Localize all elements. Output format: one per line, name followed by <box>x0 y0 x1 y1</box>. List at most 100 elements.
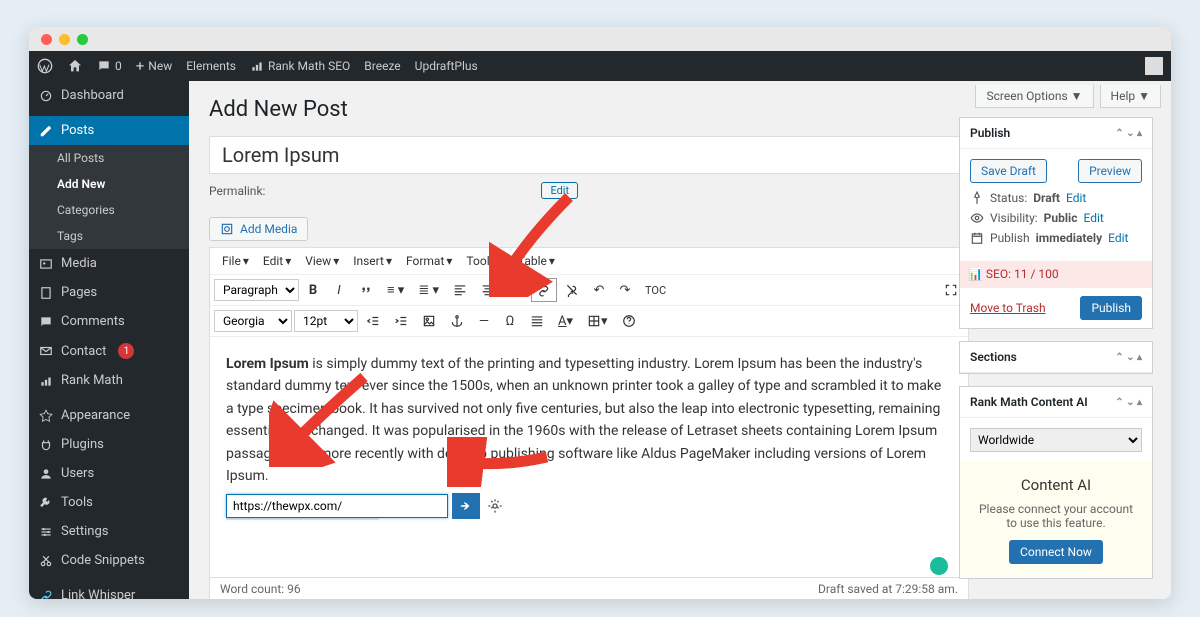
contentai-title: Rank Math Content AI <box>970 395 1088 409</box>
adminbar-new[interactable]: +New <box>136 57 172 75</box>
help-button[interactable]: Help ▼ <box>1100 85 1161 108</box>
menu-insert[interactable]: Insert ▾ <box>347 252 398 270</box>
format-select[interactable]: Paragraph <box>214 279 299 301</box>
contentai-box-text: Please connect your account to use this … <box>974 502 1138 530</box>
submenu-all-posts[interactable]: All Posts <box>29 145 189 171</box>
menu-tools[interactable]: Tools <box>29 488 189 517</box>
metabox-toggle-icon[interactable]: ⌃ ⌄ ▴ <box>1115 352 1142 363</box>
justify-button[interactable] <box>524 309 550 333</box>
menu-pages[interactable]: Pages <box>29 278 189 307</box>
menu-contact[interactable]: Contact1 <box>29 336 189 366</box>
publish-button[interactable]: Publish <box>1080 296 1142 320</box>
admin-sidebar: Dashboard Posts All Posts Add New Catego… <box>29 51 189 599</box>
toc-button[interactable]: TOC <box>639 278 672 302</box>
undo-button[interactable]: ↶ <box>587 278 611 302</box>
anchor-button[interactable] <box>444 309 470 333</box>
link-apply-button[interactable] <box>452 493 480 519</box>
menu-rankmath[interactable]: Rank Math <box>29 366 189 395</box>
status-edit-link[interactable]: Edit <box>1066 191 1086 205</box>
screen-options-button[interactable]: Screen Options ▼ <box>975 85 1093 108</box>
menu-media[interactable]: Media <box>29 249 189 278</box>
submenu-add-new[interactable]: Add New <box>29 171 189 197</box>
menu-plugins[interactable]: Plugins <box>29 430 189 459</box>
italic-button[interactable]: I <box>327 278 351 302</box>
image-button[interactable] <box>416 309 442 333</box>
save-draft-button[interactable]: Save Draft <box>970 159 1047 183</box>
calendar-icon <box>970 231 984 245</box>
align-right-button[interactable] <box>503 278 529 302</box>
window-close-icon[interactable] <box>41 34 52 45</box>
seo-score[interactable]: 📊 SEO: 11 / 100 <box>960 261 1152 287</box>
metabox-toggle-icon[interactable]: ⌃ ⌄ ▴ <box>1115 128 1142 139</box>
menu-format[interactable]: Format ▾ <box>400 252 458 270</box>
menu-snippets[interactable]: Code Snippets <box>29 546 189 575</box>
add-media-button[interactable]: Add Media <box>209 217 308 241</box>
redo-button[interactable]: ↷ <box>613 278 637 302</box>
menu-settings[interactable]: Settings <box>29 517 189 546</box>
region-select[interactable]: Worldwide <box>970 428 1142 452</box>
menu-edit[interactable]: Edit ▾ <box>257 252 297 270</box>
ul-button[interactable]: ≡ ▾ <box>381 278 410 302</box>
adminbar-elements[interactable]: Elements <box>186 59 236 73</box>
home-icon[interactable] <box>67 58 83 74</box>
window-titlebar <box>29 27 1171 51</box>
schedule-edit-link[interactable]: Edit <box>1108 231 1128 245</box>
menu-comments[interactable]: Comments <box>29 307 189 336</box>
window-minimize-icon[interactable] <box>59 34 70 45</box>
table-button[interactable]: ▾ <box>581 309 614 333</box>
specialchar-button[interactable]: Ω <box>498 309 522 333</box>
permalink-edit-button[interactable]: Edit <box>541 182 578 199</box>
editor-body[interactable]: Lorem Ipsum is simply dummy text of the … <box>210 337 968 577</box>
grammarly-icon[interactable] <box>930 557 948 575</box>
wordpress-logo-icon[interactable] <box>37 58 53 74</box>
menu-view[interactable]: View ▾ <box>299 252 345 270</box>
align-left-button[interactable] <box>447 278 473 302</box>
submenu-tags[interactable]: Tags <box>29 223 189 249</box>
bold-button[interactable]: B <box>301 278 325 302</box>
permalink-label: Permalink: <box>209 184 265 198</box>
avatar[interactable] <box>1145 57 1163 75</box>
sections-title: Sections <box>970 350 1017 364</box>
menu-file[interactable]: File ▾ <box>216 252 255 270</box>
visibility-edit-link[interactable]: Edit <box>1083 211 1103 225</box>
post-title-input[interactable] <box>209 136 969 174</box>
link-url-input[interactable] <box>226 494 448 518</box>
textcolor-button[interactable]: A ▾ <box>552 309 579 333</box>
adminbar-updraft[interactable]: UpdraftPlus <box>415 59 478 73</box>
menu-linkwhisper[interactable]: Link Whisper <box>29 581 189 599</box>
connect-now-button[interactable]: Connect Now <box>1009 540 1103 564</box>
menu-users[interactable]: Users <box>29 459 189 488</box>
menu-posts[interactable]: Posts <box>29 116 189 145</box>
content-strong: Lorem Ipsum <box>226 356 309 372</box>
indent-button[interactable] <box>388 309 414 333</box>
contact-badge: 1 <box>118 343 134 359</box>
font-select[interactable]: Georgia <box>214 310 292 332</box>
link-popup <box>226 493 506 519</box>
link-settings-icon[interactable] <box>484 495 506 517</box>
ol-button[interactable]: ≣ ▾ <box>412 278 445 302</box>
menu-table[interactable]: Table ▾ <box>512 252 561 270</box>
adminbar-rankmath[interactable]: Rank Math SEO <box>250 59 350 73</box>
menu-tools[interactable]: Tools ▾ <box>460 252 509 270</box>
menu-appearance[interactable]: Appearance <box>29 401 189 430</box>
preview-button[interactable]: Preview <box>1078 159 1142 183</box>
main-content: Screen Options ▼ Help ▼ Add New Post Per… <box>189 51 1171 599</box>
metabox-toggle-icon[interactable]: ⌃ ⌄ ▴ <box>1115 397 1142 408</box>
hr-button[interactable]: — <box>472 309 496 333</box>
submenu-categories[interactable]: Categories <box>29 197 189 223</box>
menu-dashboard[interactable]: Dashboard <box>29 81 189 110</box>
outdent-button[interactable] <box>360 309 386 333</box>
fontsize-select[interactable]: 12pt <box>294 310 358 332</box>
window-maximize-icon[interactable] <box>77 34 88 45</box>
move-to-trash-link[interactable]: Move to Trash <box>970 301 1046 315</box>
publish-metabox: Publish⌃ ⌄ ▴ Save Draft Preview Status: … <box>959 117 1153 329</box>
word-count: Word count: 96 <box>220 582 301 596</box>
adminbar-breeze[interactable]: Breeze <box>364 59 400 73</box>
help-button-toolbar[interactable] <box>616 309 642 333</box>
publish-title: Publish <box>970 126 1010 140</box>
quote-button[interactable] <box>353 278 379 302</box>
unlink-button[interactable] <box>559 278 585 302</box>
adminbar-comments[interactable]: 0 <box>97 59 122 73</box>
link-button[interactable] <box>531 278 557 302</box>
align-center-button[interactable] <box>475 278 501 302</box>
